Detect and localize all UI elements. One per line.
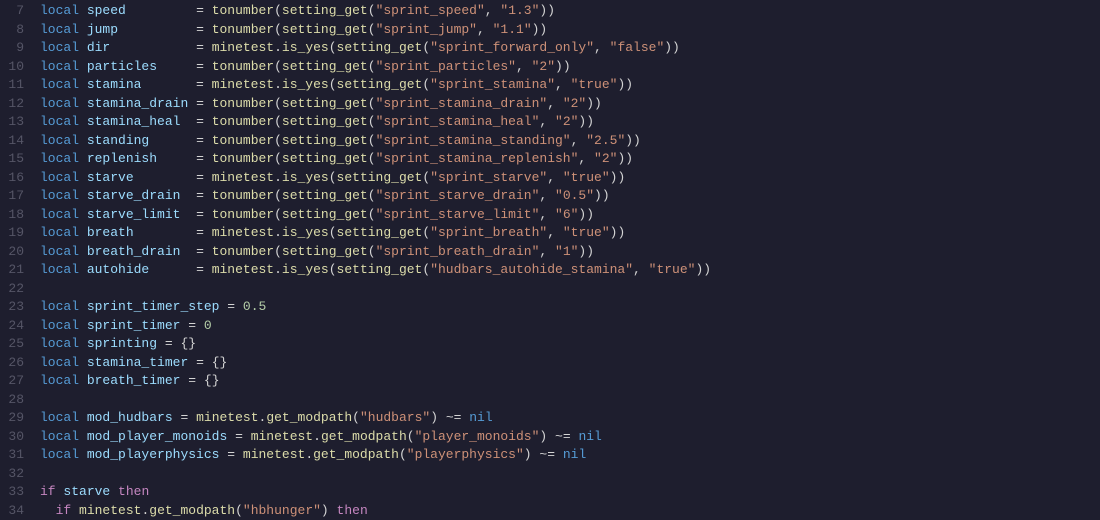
line-num-23: 23	[8, 298, 24, 317]
line-num-21: 21	[8, 261, 24, 280]
code-line-12: local stamina_drain = tonumber(setting_g…	[36, 95, 1100, 114]
code-line-24: local sprint_timer = 0	[36, 317, 1100, 336]
code-line-23: local sprint_timer_step = 0.5	[36, 298, 1100, 317]
code-line-29: local mod_hudbars = minetest.get_modpath…	[36, 409, 1100, 428]
code-lines: local speed = tonumber(setting_get("spri…	[36, 0, 1100, 520]
code-line-17: local starve_drain = tonumber(setting_ge…	[36, 187, 1100, 206]
code-line-19: local breath = minetest.is_yes(setting_g…	[36, 224, 1100, 243]
code-line-15: local replenish = tonumber(setting_get("…	[36, 150, 1100, 169]
line-num-17: 17	[8, 187, 24, 206]
line-num-8: 8	[8, 21, 24, 40]
code-line-22	[36, 280, 1100, 299]
code-line-20: local breath_drain = tonumber(setting_ge…	[36, 243, 1100, 262]
code-line-13: local stamina_heal = tonumber(setting_ge…	[36, 113, 1100, 132]
code-line-16: local starve = minetest.is_yes(setting_g…	[36, 169, 1100, 188]
code-line-21: local autohide = minetest.is_yes(setting…	[36, 261, 1100, 280]
line-num-7: 7	[8, 2, 24, 21]
line-num-22: 22	[8, 280, 24, 299]
line-numbers: 7 8 9 10 11 12 13 14 15 16 17 18 19 20 2…	[0, 0, 36, 520]
line-num-16: 16	[8, 169, 24, 188]
code-line-28	[36, 391, 1100, 410]
code-line-11: local stamina = minetest.is_yes(setting_…	[36, 76, 1100, 95]
line-num-12: 12	[8, 95, 24, 114]
code-line-32	[36, 465, 1100, 484]
code-line-27: local breath_timer = {}	[36, 372, 1100, 391]
line-num-19: 19	[8, 224, 24, 243]
code-line-10: local particles = tonumber(setting_get("…	[36, 58, 1100, 77]
code-line-18: local starve_limit = tonumber(setting_ge…	[36, 206, 1100, 225]
line-num-25: 25	[8, 335, 24, 354]
code-line-34: if minetest.get_modpath("hbhunger") then	[36, 502, 1100, 520]
line-num-11: 11	[8, 76, 24, 95]
line-num-28: 28	[8, 391, 24, 410]
line-num-26: 26	[8, 354, 24, 373]
code-line-25: local sprinting = {}	[36, 335, 1100, 354]
line-num-27: 27	[8, 372, 24, 391]
line-num-33: 33	[8, 483, 24, 502]
line-num-9: 9	[8, 39, 24, 58]
line-num-30: 30	[8, 428, 24, 447]
line-num-14: 14	[8, 132, 24, 151]
code-line-9: local dir = minetest.is_yes(setting_get(…	[36, 39, 1100, 58]
line-num-29: 29	[8, 409, 24, 428]
code-line-33: if starve then	[36, 483, 1100, 502]
code-line-8: local jump = tonumber(setting_get("sprin…	[36, 21, 1100, 40]
code-line-14: local standing = tonumber(setting_get("s…	[36, 132, 1100, 151]
line-num-20: 20	[8, 243, 24, 262]
code-editor: 7 8 9 10 11 12 13 14 15 16 17 18 19 20 2…	[0, 0, 1100, 520]
line-num-31: 31	[8, 446, 24, 465]
line-num-15: 15	[8, 150, 24, 169]
line-num-10: 10	[8, 58, 24, 77]
line-num-24: 24	[8, 317, 24, 336]
line-num-18: 18	[8, 206, 24, 225]
line-num-13: 13	[8, 113, 24, 132]
code-line-26: local stamina_timer = {}	[36, 354, 1100, 373]
code-line-31: local mod_playerphysics = minetest.get_m…	[36, 446, 1100, 465]
code-line-30: local mod_player_monoids = minetest.get_…	[36, 428, 1100, 447]
line-num-34: 34	[8, 502, 24, 520]
code-line-7: local speed = tonumber(setting_get("spri…	[36, 2, 1100, 21]
line-num-32: 32	[8, 465, 24, 484]
